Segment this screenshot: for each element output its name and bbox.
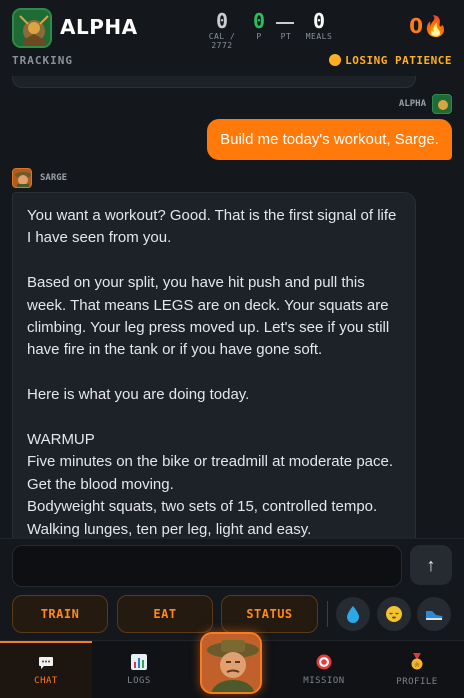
nav-profile-label: PROFILE [396,677,438,687]
sleep-button[interactable] [377,597,411,631]
calories-stat: 0 CAL / 2772 [196,10,248,50]
target-icon [316,654,332,670]
chat-thread[interactable]: ALPHA Build me today's workout, Sarge. S… [0,88,464,538]
nav-logs[interactable]: LOGS [92,641,186,698]
meals-stat: 0 MEALS [302,10,336,41]
chat-bubble-icon [39,657,53,669]
composer: ↑ TRAIN EAT STATUS [0,538,464,640]
sleep-face-icon [386,606,402,622]
protein-label: P [256,32,262,41]
water-drop-icon [347,606,359,623]
arrow-up-icon: ↑ [426,554,436,575]
streak-counter: 0🔥 [409,14,448,38]
meals-value: 0 [312,9,326,33]
nav-chat[interactable]: CHAT [0,641,92,698]
sarge-paragraph: Here is what you are doing today. [27,386,250,404]
pt-stat: PT [276,32,296,41]
sarge-center-avatar[interactable] [200,632,262,694]
calories-label: CAL / 2772 [208,32,236,50]
shoe-icon [426,611,443,620]
sarge-line: Bodyweight squats, two sets of 15, contr… [27,498,378,516]
sarge-mini-avatar [12,168,32,188]
water-button[interactable] [336,597,370,631]
sarge-paragraph: You want a workout? Good. That is the fi… [27,207,397,247]
message-input[interactable] [12,545,402,587]
send-button[interactable]: ↑ [410,545,452,585]
user-message-bubble: Build me today's workout, Sarge. [207,119,452,160]
steps-button[interactable] [417,597,451,631]
medal-icon [411,653,423,670]
sarge-line: WARMUP [27,431,95,449]
train-button[interactable]: TRAIN [12,595,108,633]
angry-face-icon [329,54,342,66]
sarge-name: SARGE [40,173,68,183]
nav-logs-label: LOGS [127,676,151,686]
previous-message-edge [12,76,416,88]
user-message-header: ALPHA [399,94,452,114]
tracking-label: TRACKING [12,54,73,67]
nav-chat-label: CHAT [34,676,58,686]
macro-stats: 0 CAL / 2772 0 P PT 0 MEALS [196,10,336,50]
mood-label: LOSING PATIENCE [345,54,452,67]
sarge-message-header: SARGE [12,168,67,188]
pt-dash [276,22,294,24]
divider [327,601,328,627]
protein-stat: 0 P [252,10,266,41]
user-mini-avatar [432,94,452,114]
eat-button[interactable]: EAT [117,595,213,633]
pt-label: PT [280,32,292,41]
nav-profile[interactable]: PROFILE [370,641,464,698]
user-name: ALPHA [398,99,426,109]
mood-status: LOSING PATIENCE [329,54,452,67]
nav-mission[interactable]: MISSION [278,641,370,698]
sarge-paragraph: Based on your split, you have hit push a… [27,274,390,359]
user-avatar[interactable] [12,8,52,48]
bar-chart-icon [131,654,147,670]
meals-label: MEALS [305,32,333,41]
status-button[interactable]: STATUS [221,595,318,633]
sarge-line: Walking lunges, ten per leg, light and e… [27,520,312,538]
calories-value: 0 [215,9,229,33]
sarge-message-bubble: You want a workout? Good. That is the fi… [12,192,416,538]
app-name: ALPHA [60,15,138,39]
nav-mission-label: MISSION [303,676,345,686]
top-header: ALPHA 0 CAL / 2772 0 P PT 0 MEALS 0🔥 TRA… [0,0,464,88]
sarge-line: Five minutes on the bike or treadmill at… [27,453,394,493]
protein-value: 0 [252,9,266,33]
